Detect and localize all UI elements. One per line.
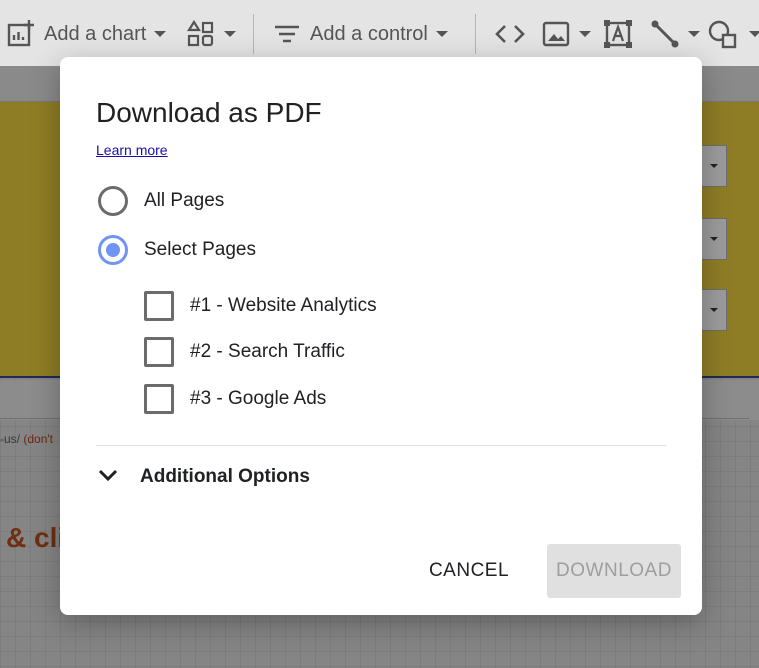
toolbar-divider	[475, 14, 476, 54]
checkbox-unchecked-icon	[144, 291, 174, 321]
page-label: #3 - Google Ads	[190, 388, 327, 409]
dialog-divider	[96, 445, 666, 446]
add-chart-icon	[6, 19, 36, 49]
image-menu[interactable]	[541, 14, 591, 54]
line-icon	[650, 19, 680, 49]
cancel-button[interactable]: CANCEL	[412, 544, 526, 598]
radio-select-pages[interactable]: Select Pages	[98, 234, 256, 266]
chevron-down-icon	[96, 463, 120, 492]
line-menu[interactable]	[650, 14, 700, 54]
filter-dropdown[interactable]	[700, 145, 727, 187]
dialog-title: Download as PDF	[96, 97, 322, 128]
add-control-menu[interactable]: Add a control	[272, 14, 448, 54]
checkbox-unchecked-icon	[144, 384, 174, 414]
chevron-down-icon	[579, 31, 591, 37]
download-pdf-dialog: Download as PDF Learn more All Pages Sel…	[60, 57, 702, 615]
community-viz-icon	[186, 19, 216, 49]
embed-code-icon	[494, 19, 526, 49]
dropdown-arrow-icon	[709, 308, 718, 312]
checkbox-page-1[interactable]: #1 - Website Analytics	[144, 290, 377, 322]
radio-unchecked-icon	[98, 186, 128, 216]
chevron-down-icon	[749, 31, 759, 37]
additional-options-label: Additional Options	[140, 466, 310, 487]
add-chart-label: Add a chart	[44, 22, 147, 45]
checkbox-page-2[interactable]: #2 - Search Traffic	[144, 336, 345, 368]
filter-control-icon	[272, 19, 302, 49]
report-url-text: -us/ (don't	[0, 432, 53, 446]
dropdown-arrow-icon	[709, 237, 718, 241]
add-chart-menu[interactable]: Add a chart	[6, 14, 167, 54]
chevron-down-icon	[688, 31, 700, 37]
image-icon	[541, 19, 571, 49]
text-box-icon	[603, 19, 633, 49]
download-button[interactable]: DOWNLOAD	[547, 544, 681, 598]
filter-dropdown[interactable]	[700, 289, 727, 331]
chevron-down-icon	[224, 31, 236, 37]
page-label: #1 - Website Analytics	[190, 295, 377, 316]
checkbox-unchecked-icon	[144, 337, 174, 367]
chevron-down-icon	[154, 31, 167, 37]
shape-menu[interactable]	[707, 14, 759, 54]
embed-code-button[interactable]	[494, 14, 526, 54]
chevron-down-icon	[435, 31, 448, 37]
radio-checked-icon	[98, 235, 128, 265]
dropdown-arrow-icon	[709, 164, 718, 168]
text-box-button[interactable]	[603, 14, 633, 54]
community-viz-menu[interactable]	[186, 14, 236, 54]
url-warning: (don't	[23, 432, 54, 446]
add-control-label: Add a control	[310, 22, 428, 45]
shape-icon	[707, 19, 741, 49]
radio-all-pages[interactable]: All Pages	[98, 185, 224, 217]
page-label: #2 - Search Traffic	[190, 341, 345, 362]
report-heading-fragment: & cli	[6, 522, 66, 553]
filter-dropdown[interactable]	[700, 218, 727, 260]
url-fragment: -us/	[0, 432, 21, 446]
learn-more-link[interactable]: Learn more	[96, 142, 168, 158]
toolbar-divider	[253, 14, 254, 54]
checkbox-page-3[interactable]: #3 - Google Ads	[144, 383, 326, 415]
radio-label-select-pages: Select Pages	[144, 239, 256, 260]
additional-options-toggle[interactable]: Additional Options	[96, 461, 310, 493]
radio-label-all-pages: All Pages	[144, 190, 225, 211]
